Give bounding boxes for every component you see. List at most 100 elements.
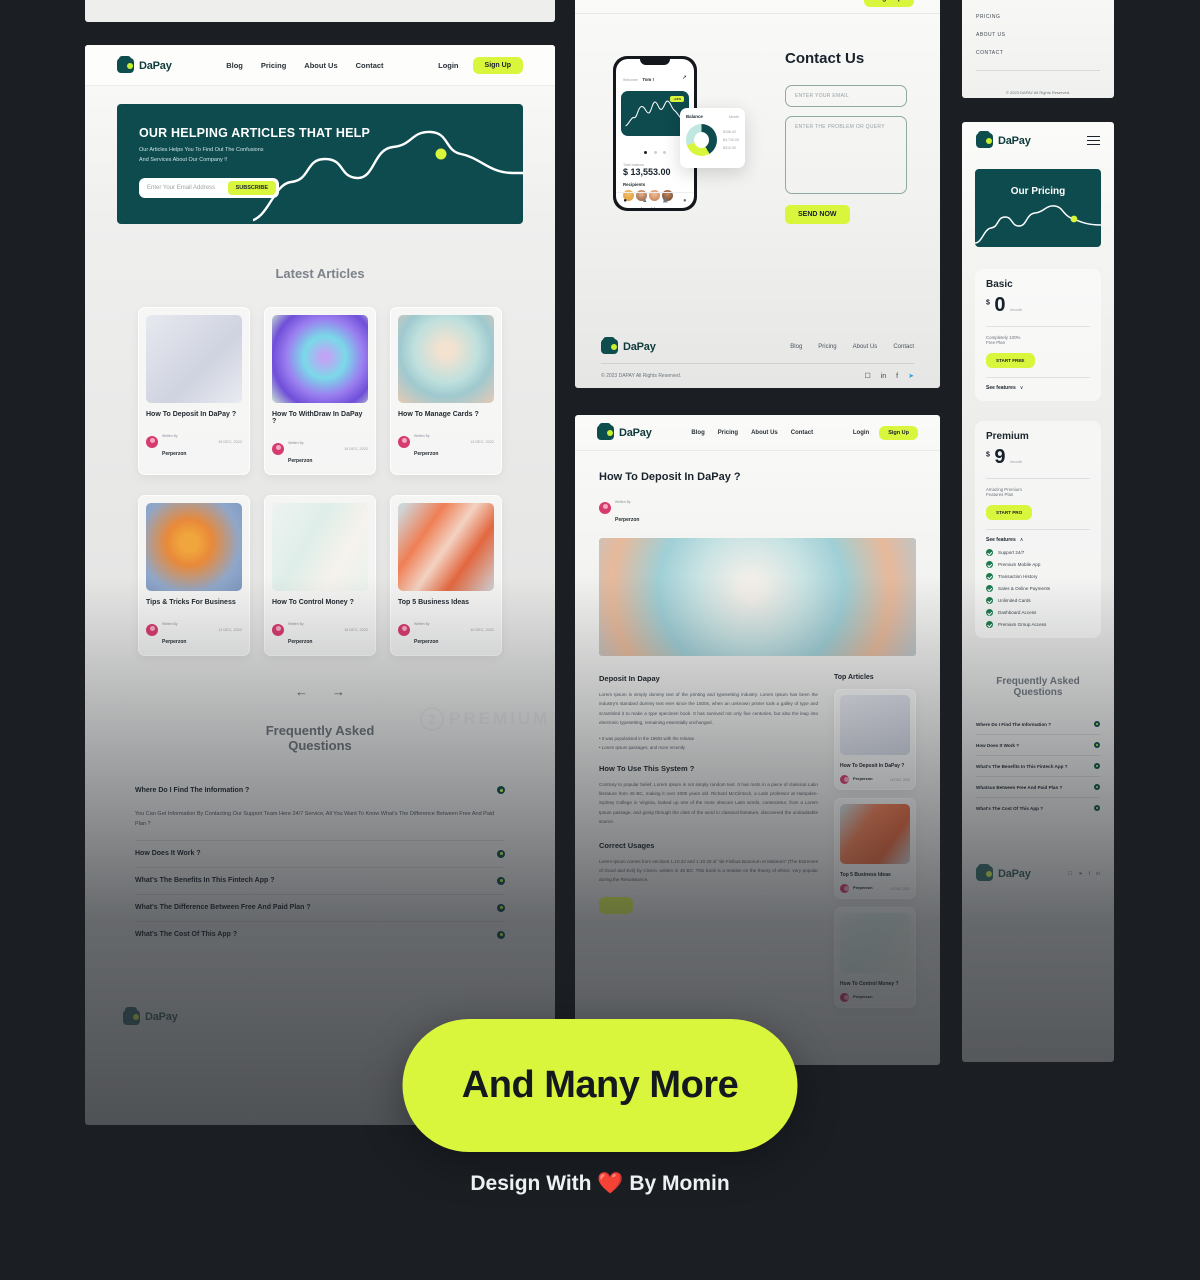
and-many-more-button[interactable]: And Many More [402,1019,798,1152]
faq-toggle-icon[interactable] [1094,763,1100,769]
card-icon[interactable]: ▣ [663,197,669,204]
footer-link-blog[interactable]: Blog [790,344,802,350]
mobile-footer-logo[interactable]: DaPay [976,863,1031,881]
footer-logo[interactable]: DaPay [601,336,656,354]
nav-link-about[interactable]: About Us [751,430,778,436]
email-input[interactable]: Enter Your Email Address [139,185,215,191]
chevron-down-icon[interactable]: ∨ [1020,385,1024,391]
stats-icon[interactable]: ▲ [642,198,648,204]
plan-desc-line-2: Features Plan [986,492,1014,497]
avatar [146,436,158,448]
faq-item[interactable]: Where Do I Find The Information ? You Ca… [135,777,505,841]
start-free-button[interactable]: START FREE [986,353,1035,368]
faq-toggle-icon[interactable] [1094,721,1100,727]
faq-toggle-icon[interactable] [497,903,505,912]
nav-link-contact[interactable]: Contact [791,430,813,436]
nav-link-about[interactable]: About Us [304,61,337,70]
mobile-menu-item-contact[interactable]: CONTACT [976,50,1100,56]
nav-link-blog[interactable]: Blog [691,430,704,436]
profile-icon[interactable]: ● [683,198,687,204]
article-meta: Written By Perperzon 16 DEC, 2022 [272,431,368,467]
faq-toggle-icon[interactable] [1094,805,1100,811]
instagram-icon[interactable]: ☐ [1068,871,1072,877]
faq-item[interactable]: How Does It Work ? [976,735,1100,756]
faq-toggle-icon[interactable] [1094,784,1100,790]
article-cta-button[interactable] [599,896,633,914]
home-icon[interactable]: ● [623,198,627,204]
footer-nav: Blog Pricing About Us Contact [790,344,914,350]
article-card[interactable]: How To Deposit In DaPay ? Written By Per… [138,307,250,475]
start-pro-button[interactable]: START PRO [986,505,1033,520]
brand-logo[interactable]: DaPay [597,422,652,440]
signup-button[interactable]: Sign Up [863,0,914,7]
top-article-card[interactable]: How To Deposit In DaPay ? Perperzon 15 D… [834,689,916,790]
article-card[interactable]: Top 5 Business Ideas Written By Perperzo… [390,495,502,656]
faq-item[interactable]: Whatsus Between Free And Paid Plan ? [976,777,1100,798]
login-link[interactable]: Login [438,61,458,70]
contact-message-input[interactable]: ENTER THE PROBLEM OR QUERY [785,116,907,194]
signup-button[interactable]: Sign Up [472,57,523,74]
nav-link-blog[interactable]: Blog [226,61,243,70]
chevron-up-icon[interactable]: ∧ [1020,537,1024,543]
twitter-icon[interactable]: ➤ [1079,871,1083,877]
faq-item[interactable]: What's The Difference Between Free And P… [135,895,505,922]
send-now-button[interactable]: SEND NOW [785,205,850,224]
float-card-filter[interactable]: Month [729,115,739,119]
faq-toggle-icon[interactable] [497,930,505,939]
article-card[interactable]: How To Manage Cards ? Written By Perperz… [390,307,502,475]
nav-link-pricing[interactable]: Pricing [261,61,286,70]
nav-link-contact[interactable]: Contact [356,61,384,70]
prev-arrow-icon[interactable]: ← [295,684,308,699]
article-card[interactable]: Tips & Tricks For Business Written By Pe… [138,495,250,656]
linkedin-icon[interactable]: in [881,373,886,380]
carousel-dot-active[interactable] [644,151,648,154]
facebook-icon[interactable]: f [896,373,898,380]
carousel-dot[interactable] [653,151,657,154]
faq-toggle-icon[interactable] [497,786,505,794]
plan-name: Basic [986,279,1013,290]
mobile-menu-item-about[interactable]: ABOUT US [976,32,1100,38]
plan-period: /month [1009,307,1023,312]
hamburger-icon[interactable] [1087,135,1100,146]
faq-toggle-icon[interactable] [1094,742,1100,748]
faq-toggle-icon[interactable] [497,876,505,885]
avatar [840,884,849,893]
faq-item[interactable]: What's The Cost Of This App ? [976,798,1100,818]
see-features-label[interactable]: See features [986,537,1016,543]
next-arrow-icon[interactable]: → [332,684,345,699]
faq-toggle-icon[interactable] [497,849,505,858]
mobile-menu-item-pricing[interactable]: PRICING [976,14,1100,20]
faq-item[interactable]: How Does It Work ? [135,841,505,868]
faq-question: Where Do I Find The Information ? [976,721,1052,727]
signup-button[interactable]: Sign Up [879,425,918,440]
faq-question: What's The Benefits In This Fintech App … [976,763,1068,769]
article-card[interactable]: How To Control Money ? Written By Perper… [264,495,376,656]
social-links: ☐ in f ➤ [864,372,914,381]
carousel-dot[interactable] [662,151,666,154]
footer-link-pricing[interactable]: Pricing [818,344,836,350]
written-by-label: Written By [414,434,430,438]
faq-item[interactable]: What's The Benefits In This Fintech App … [135,868,505,895]
login-link[interactable]: Login [853,430,869,436]
see-features-label[interactable]: See features [986,385,1016,391]
faq-item[interactable]: Where Do I Find The Information ? [976,714,1100,735]
plan-price: 9 [994,446,1006,468]
brand-logo[interactable]: DaPay [117,55,172,73]
instagram-icon[interactable]: ☐ [864,372,870,380]
footer-link-about[interactable]: About Us [853,344,878,350]
nav-link-pricing[interactable]: Pricing [718,430,738,436]
twitter-icon[interactable]: ➤ [908,372,914,380]
top-article-card[interactable]: How To Control Money ? Perperzon [834,907,916,1008]
top-article-card[interactable]: Top 5 Business Ideas Perperzon 10 DEC, 2… [834,798,916,899]
facebook-icon[interactable]: f [1089,871,1090,877]
article-card[interactable]: How To WithDraw In DaPay ? Written By Pe… [264,307,376,475]
share-icon[interactable]: ➚ [682,74,687,81]
brand-logo[interactable]: DaPay [976,130,1031,148]
footer-link-contact[interactable]: Contact [893,344,914,350]
contact-email-input[interactable]: ENTER YOUR EMAIL [785,85,907,107]
check-icon [986,621,993,628]
faq-item[interactable]: What's The Benefits In This Fintech App … [976,756,1100,777]
linkedin-icon[interactable]: in [1096,871,1100,877]
article-title: How To Manage Cards ? [398,411,479,418]
faq-item[interactable]: What's The Cost Of This App ? [135,922,505,948]
